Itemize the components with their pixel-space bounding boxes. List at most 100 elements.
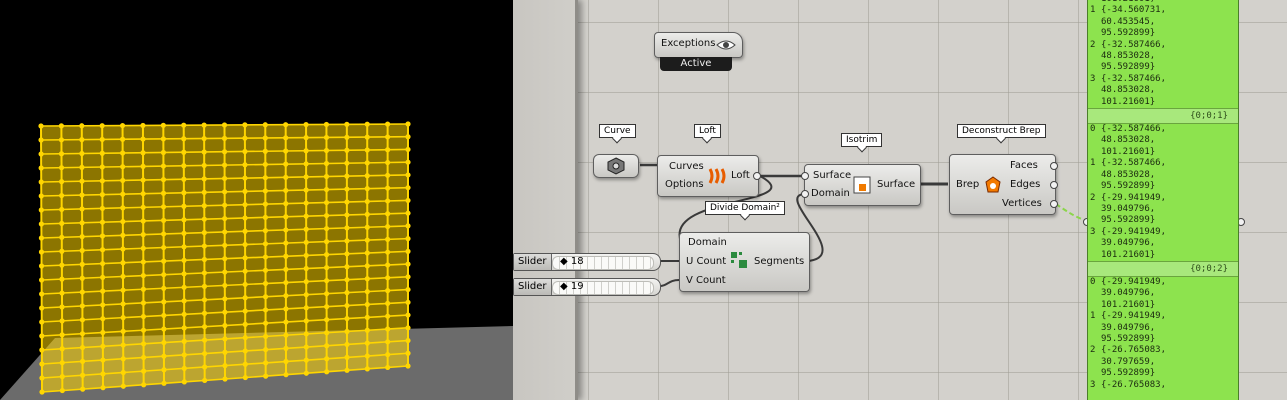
vertex-point bbox=[79, 358, 86, 364]
grip[interactable] bbox=[1050, 200, 1058, 208]
vertex-point bbox=[99, 150, 105, 156]
loft-input-options[interactable]: Options bbox=[665, 179, 704, 190]
vertex-point bbox=[202, 364, 208, 370]
vertex-point bbox=[100, 329, 106, 336]
vertex-point bbox=[344, 315, 350, 322]
vertex-point bbox=[201, 297, 208, 303]
vertex-point bbox=[242, 175, 248, 181]
vertex-point bbox=[385, 352, 391, 358]
vertex-point bbox=[59, 290, 65, 296]
vertex-point bbox=[242, 255, 248, 261]
isotrim-input-domain[interactable]: Domain bbox=[811, 188, 850, 199]
vertex-point bbox=[222, 363, 228, 369]
panel-item-value: {-26.765083, 30.797659, 95.592899} bbox=[1101, 345, 1167, 379]
vertex-point bbox=[303, 279, 309, 285]
vertex-point bbox=[283, 240, 289, 246]
loft-component[interactable]: Curves Options Loft bbox=[657, 155, 759, 197]
vertex-point bbox=[100, 371, 106, 377]
deconstruct-brep-component[interactable]: Brep Faces Edges Vertices bbox=[949, 154, 1056, 215]
isotrim-tag: Isotrim bbox=[841, 133, 883, 147]
vertex-point bbox=[405, 197, 411, 204]
rhino-viewport[interactable] bbox=[0, 0, 513, 400]
vertex-point bbox=[385, 236, 391, 242]
vertex-point bbox=[202, 350, 208, 357]
vertex-point bbox=[120, 287, 126, 293]
vertex-point bbox=[303, 318, 309, 324]
divide-input-vcount[interactable]: V Count bbox=[686, 275, 726, 286]
divide-domain-component[interactable]: Domain U Count V Count Segments bbox=[679, 232, 810, 292]
vertex-point bbox=[242, 268, 248, 274]
vertex-point bbox=[262, 307, 269, 313]
grip[interactable] bbox=[753, 172, 761, 180]
grip[interactable] bbox=[801, 190, 809, 198]
vertex-point bbox=[385, 364, 391, 371]
vertex-point bbox=[385, 159, 391, 166]
vertex-point bbox=[283, 122, 289, 128]
vertex-point bbox=[283, 332, 289, 338]
v-count-slider[interactable]: Slider ◆ 19 bbox=[513, 278, 661, 296]
u-count-slider[interactable]: Slider ◆ 18 bbox=[513, 253, 661, 271]
vertex-point bbox=[140, 354, 147, 361]
deconstruct-output-edges[interactable]: Edges bbox=[1010, 179, 1040, 190]
divide-input-ucount[interactable]: U Count bbox=[686, 256, 726, 267]
slider-value: ◆ 19 bbox=[560, 281, 584, 292]
vertex-point bbox=[161, 299, 167, 305]
vertex-point bbox=[405, 236, 411, 242]
vertex-point bbox=[120, 191, 126, 197]
vertex-point bbox=[141, 382, 147, 388]
vertex-point bbox=[120, 369, 126, 376]
vertex-point bbox=[283, 372, 289, 378]
vertex-point bbox=[364, 198, 370, 205]
vertex-point bbox=[222, 242, 228, 248]
vertex-point bbox=[385, 326, 391, 332]
divide-input-domain[interactable]: Domain bbox=[688, 237, 727, 248]
vertex-point bbox=[140, 327, 147, 333]
vertex-point bbox=[79, 331, 86, 337]
vertex-point bbox=[344, 121, 350, 127]
vertex-point bbox=[161, 326, 167, 332]
vertex-point bbox=[263, 333, 269, 340]
vertex-point bbox=[99, 178, 105, 184]
vertex-point bbox=[120, 218, 126, 225]
deconstruct-output-vertices[interactable]: Vertices bbox=[1002, 198, 1042, 209]
vertex-point bbox=[160, 177, 167, 183]
vertex-point bbox=[262, 254, 269, 260]
vertex-point bbox=[59, 276, 65, 282]
curve-param[interactable] bbox=[593, 154, 639, 178]
vertex-point bbox=[39, 361, 45, 367]
vertex-point bbox=[262, 228, 269, 234]
vertex-point bbox=[120, 328, 126, 334]
vertex-point bbox=[201, 270, 208, 276]
vertex-point bbox=[364, 366, 370, 372]
grip[interactable] bbox=[801, 172, 809, 180]
isotrim-output[interactable]: Surface bbox=[877, 179, 915, 190]
vertex-point bbox=[262, 214, 269, 220]
vertex-point bbox=[344, 199, 350, 205]
curve-param-icon bbox=[607, 157, 625, 175]
loft-input-curves[interactable]: Curves bbox=[669, 161, 704, 172]
isotrim-component[interactable]: Surface Domain Surface bbox=[804, 164, 921, 206]
vertex-point bbox=[303, 252, 309, 259]
isotrim-input-surface[interactable]: Surface bbox=[813, 170, 851, 181]
vertex-point bbox=[364, 301, 370, 308]
vertex-point bbox=[242, 361, 248, 367]
deconstruct-output-faces[interactable]: Faces bbox=[1010, 160, 1038, 171]
vertex-point bbox=[59, 304, 65, 310]
grip[interactable] bbox=[1050, 181, 1058, 189]
divide-output-segments[interactable]: Segments bbox=[754, 256, 804, 267]
vertex-point bbox=[242, 295, 248, 301]
vertex-point bbox=[344, 160, 350, 166]
panel-component[interactable]: 101.21601)1{-34.560731, 60.453545, 95.59… bbox=[1087, 0, 1239, 400]
vertex-point bbox=[100, 343, 106, 349]
exceptions-component[interactable]: Exceptions bbox=[654, 32, 743, 58]
vertex-point bbox=[324, 317, 330, 323]
vertex-point bbox=[38, 277, 45, 283]
vertex-point bbox=[181, 271, 187, 277]
loft-output[interactable]: Loft bbox=[731, 170, 750, 181]
vertex-point bbox=[201, 176, 207, 182]
vertex-point bbox=[385, 172, 391, 178]
deconstruct-input-brep[interactable]: Brep bbox=[956, 179, 979, 190]
panel-item-index: 1 bbox=[1090, 5, 1096, 16]
grip[interactable] bbox=[1050, 162, 1058, 170]
panel-item-index: 0 bbox=[1090, 124, 1096, 135]
